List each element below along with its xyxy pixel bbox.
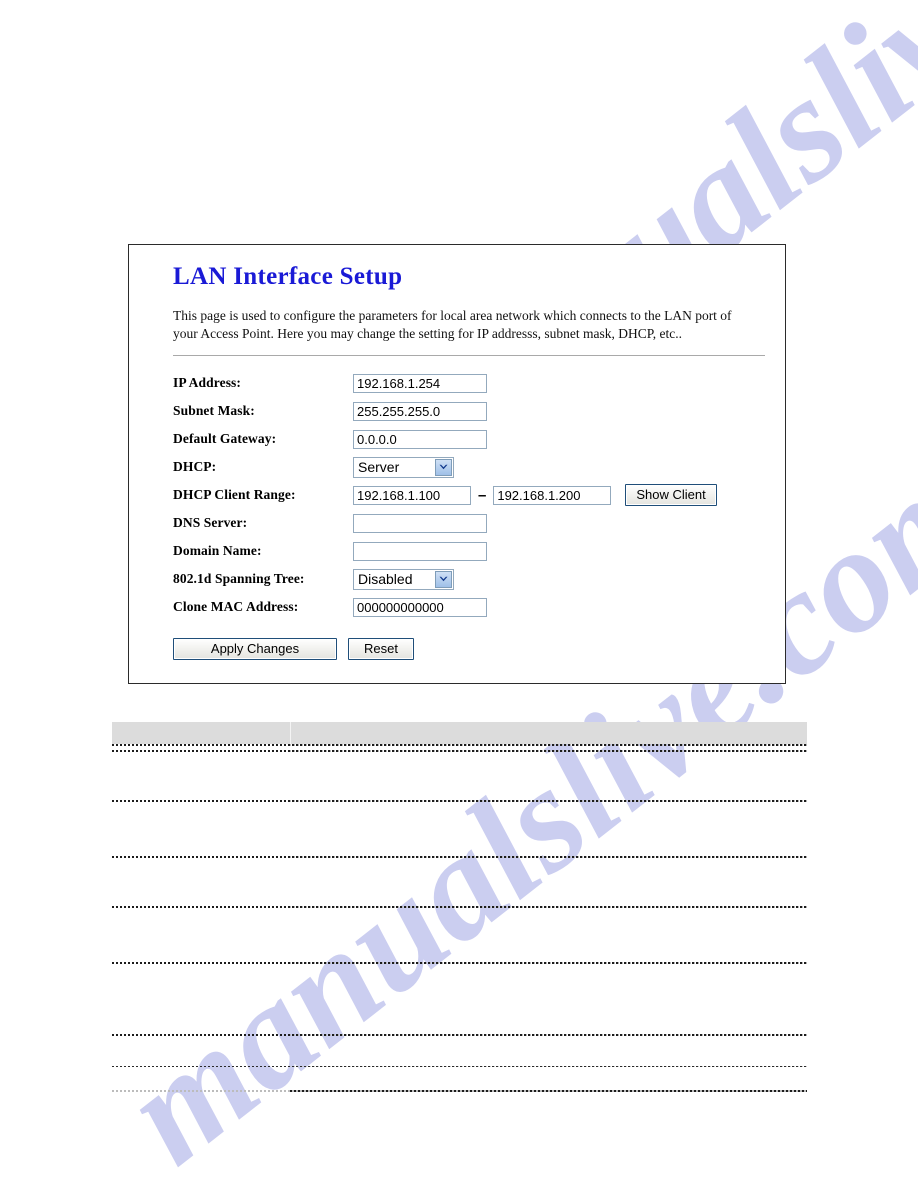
dhcp-select-value: Server bbox=[358, 459, 400, 476]
spanning-tree-select-value: Disabled bbox=[358, 571, 413, 588]
spanning-tree-select[interactable]: Disabled bbox=[353, 568, 454, 590]
page-description: This page is used to configure the param… bbox=[173, 307, 732, 341]
reset-button[interactable]: Reset bbox=[348, 637, 414, 660]
form-row-dhcp-client-range: DHCP Client Range: – Show Client bbox=[173, 482, 761, 509]
form-row-dns-server: DNS Server: bbox=[173, 510, 761, 537]
form-row-domain-name: Domain Name: bbox=[173, 538, 761, 565]
default-gateway-input[interactable] bbox=[353, 429, 487, 449]
lan-settings-form: IP Address: Subnet Mask: Default Gateway… bbox=[173, 370, 761, 660]
domain-name-label: Domain Name: bbox=[173, 543, 262, 559]
dhcp-label: DHCP: bbox=[173, 459, 217, 475]
spanning-tree-label: 802.1d Spanning Tree: bbox=[173, 571, 305, 587]
form-row-spanning-tree: 802.1d Spanning Tree: Disabled bbox=[173, 566, 761, 593]
subnet-mask-label: Subnet Mask: bbox=[173, 403, 255, 419]
form-action-bar: Apply Changes Reset bbox=[173, 637, 761, 660]
scanned-table-region bbox=[112, 722, 807, 1094]
dns-server-input[interactable] bbox=[353, 513, 487, 533]
table-header-band bbox=[112, 722, 807, 744]
lan-interface-setup-panel: LAN Interface Setup This page is used to… bbox=[128, 244, 786, 684]
table-rule bbox=[112, 856, 807, 858]
dhcp-range-start-input[interactable] bbox=[353, 485, 471, 505]
table-rule bbox=[112, 906, 807, 908]
table-rule bbox=[112, 750, 807, 752]
dns-server-label: DNS Server: bbox=[173, 515, 248, 531]
table-rule bbox=[112, 962, 807, 964]
range-separator: – bbox=[478, 486, 487, 504]
dhcp-range-end-input[interactable] bbox=[493, 485, 612, 505]
table-rule bbox=[112, 1066, 807, 1067]
form-row-dhcp: DHCP: Server bbox=[173, 454, 761, 481]
apply-changes-button[interactable]: Apply Changes bbox=[173, 637, 337, 660]
form-row-clone-mac-address: Clone MAC Address: bbox=[173, 594, 761, 621]
table-rule bbox=[112, 1034, 807, 1036]
show-client-button[interactable]: Show Client bbox=[625, 484, 717, 507]
chevron-down-icon[interactable] bbox=[435, 570, 452, 588]
form-row-default-gateway: Default Gateway: bbox=[173, 426, 761, 453]
subnet-mask-input[interactable] bbox=[353, 401, 487, 421]
ip-address-label: IP Address: bbox=[173, 375, 241, 391]
clone-mac-address-label: Clone MAC Address: bbox=[173, 599, 299, 615]
table-rule bbox=[112, 800, 807, 802]
dhcp-client-range-label: DHCP Client Range: bbox=[173, 487, 296, 503]
domain-name-input[interactable] bbox=[353, 541, 487, 561]
page-title: LAN Interface Setup bbox=[173, 263, 403, 290]
dhcp-select[interactable]: Server bbox=[353, 456, 454, 478]
form-row-subnet-mask: Subnet Mask: bbox=[173, 398, 761, 425]
clone-mac-address-input[interactable] bbox=[353, 597, 487, 617]
section-divider bbox=[173, 354, 765, 356]
table-rule bbox=[112, 744, 807, 746]
chevron-down-icon[interactable] bbox=[435, 458, 452, 476]
table-bottom-rule bbox=[112, 1090, 807, 1092]
table-header-column-divider bbox=[290, 722, 291, 744]
ip-address-input[interactable] bbox=[353, 373, 487, 393]
default-gateway-label: Default Gateway: bbox=[173, 431, 277, 447]
form-row-ip-address: IP Address: bbox=[173, 370, 761, 397]
